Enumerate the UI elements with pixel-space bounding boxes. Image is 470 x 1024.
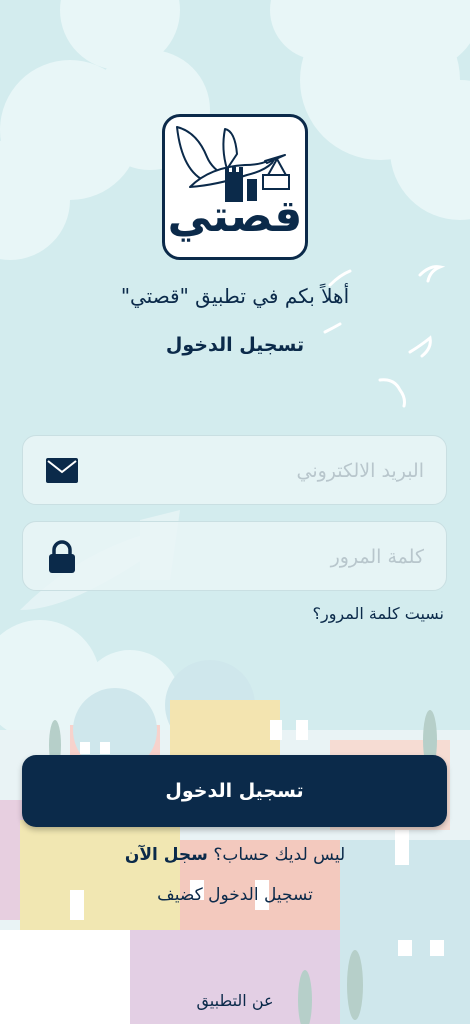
guest-login-link[interactable]: تسجيل الدخول كضيف [0,885,470,905]
about-app-link[interactable]: عن التطبيق [0,991,470,1010]
lock-icon [49,540,75,573]
forgot-password-link[interactable]: نسيت كلمة المرور؟ [312,604,444,623]
signup-prompt-text: ليس لديك حساب؟ [213,845,346,865]
envelope-icon [46,458,78,483]
email-input[interactable] [113,436,426,506]
page-title: تسجيل الدخول [165,334,305,356]
email-field[interactable] [22,435,447,506]
password-input[interactable] [113,522,426,592]
logo-text: قصتي [167,191,303,242]
signup-prompt: ليس لديك حساب؟ سجل الآن [0,845,470,865]
welcome-text: أهلاً بكم في تطبيق "قصتي" [120,284,350,308]
password-field[interactable] [22,521,447,592]
signup-link[interactable]: سجل الآن [125,845,208,865]
app-logo: قصتي [162,114,308,260]
login-button[interactable]: تسجيل الدخول [22,755,447,827]
